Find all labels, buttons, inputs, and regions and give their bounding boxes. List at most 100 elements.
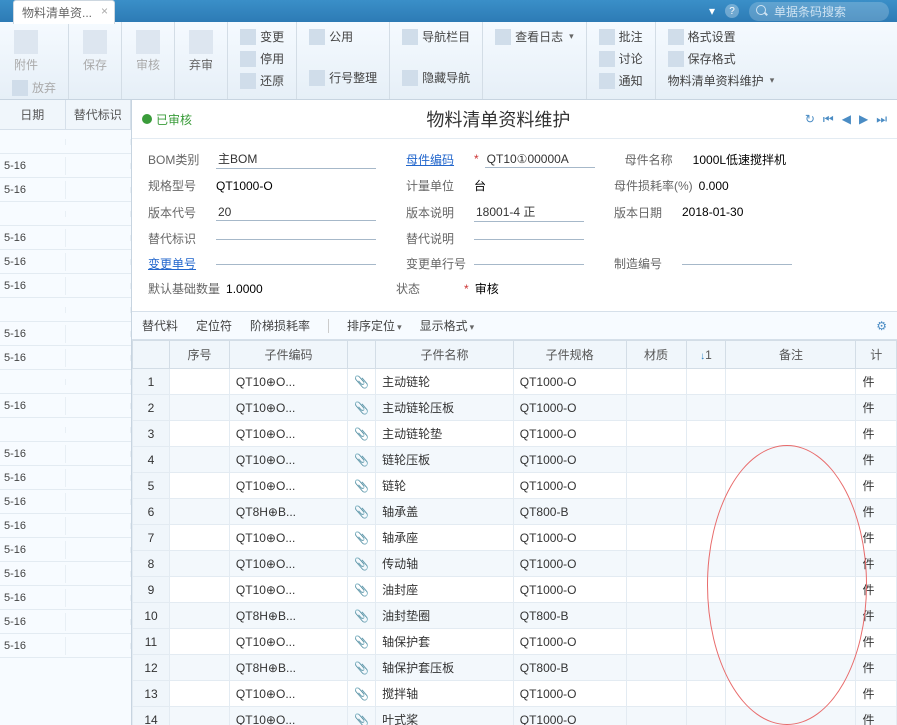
chgno-field[interactable] <box>216 262 376 265</box>
col-material[interactable]: 材质 <box>626 341 686 369</box>
list-item[interactable]: 5-16 <box>0 154 131 178</box>
baseqty-value: 1.0000 <box>226 282 366 296</box>
alt-field[interactable] <box>216 237 376 240</box>
table-row[interactable]: 7QT10⊕O...📎轴承座QT1000-O件 <box>133 525 897 551</box>
col-seq[interactable]: 序号 <box>170 341 230 369</box>
col-sort[interactable]: ↓1 <box>686 341 726 369</box>
saveformat-button[interactable]: 保存格式 <box>664 48 779 69</box>
list-item[interactable]: 5-16 <box>0 466 131 490</box>
prev-icon[interactable]: ◀ <box>842 112 851 127</box>
list-item[interactable] <box>0 370 131 394</box>
list-item[interactable] <box>0 418 131 442</box>
table-row[interactable]: 4QT10⊕O...📎链轮压板QT1000-O件 <box>133 447 897 473</box>
list-item[interactable]: 5-16 <box>0 538 131 562</box>
list-item[interactable]: 5-16 <box>0 226 131 250</box>
rowsort-button[interactable]: 行号整理 <box>305 67 381 88</box>
parent-code-field[interactable]: QT10①00000A <box>485 151 595 168</box>
display-format-button[interactable]: 显示格式▾ <box>420 317 475 334</box>
first-icon[interactable]: ⏮ <box>823 112 834 127</box>
public-button[interactable]: 公用 <box>305 26 381 47</box>
unaudit-button[interactable]: 弃审 <box>183 26 219 77</box>
list-item[interactable]: 5-16 <box>0 442 131 466</box>
list-item[interactable]: 5-16 <box>0 610 131 634</box>
list-item[interactable]: 5-16 <box>0 394 131 418</box>
list-item[interactable]: 5-16 <box>0 634 131 658</box>
notify-button[interactable]: 通知 <box>595 70 647 91</box>
save-button[interactable]: 保存 <box>77 26 113 77</box>
step-loss-button[interactable]: 阶梯损耗率 <box>250 317 310 334</box>
bom-type-field[interactable]: 主BOM <box>216 149 376 169</box>
altdesc-field[interactable] <box>474 237 584 240</box>
discuss-button[interactable]: 讨论 <box>595 48 647 69</box>
ver-field[interactable]: 20 <box>216 204 376 221</box>
chgno-label[interactable]: 变更单号 <box>148 255 210 272</box>
verdate-label: 版本日期 <box>614 204 676 221</box>
table-row[interactable]: 10QT8H⊕B...📎油封垫圈QT800-B件 <box>133 603 897 629</box>
table-row[interactable]: 11QT10⊕O...📎轴保护套QT1000-O件 <box>133 629 897 655</box>
change-button[interactable]: 变更 <box>236 26 288 47</box>
baseqty-label: 默认基础数量 <box>148 280 220 297</box>
maintain-button[interactable]: 物料清单资料维护▾ <box>664 70 779 91</box>
list-item[interactable]: 5-16 <box>0 514 131 538</box>
close-icon[interactable]: × <box>101 4 108 18</box>
table-row[interactable]: 5QT10⊕O...📎链轮QT1000-O件 <box>133 473 897 499</box>
table-row[interactable]: 12QT8H⊕B...📎轴保护套压板QT800-B件 <box>133 655 897 681</box>
grid-settings-icon[interactable]: ⚙ <box>876 319 887 333</box>
next-icon[interactable]: ▶ <box>859 112 868 127</box>
public-icon <box>309 29 325 45</box>
col-child-name[interactable]: 子件名称 <box>376 341 514 369</box>
table-row[interactable]: 1QT10⊕O...📎主动链轮QT1000-O件 <box>133 369 897 395</box>
audit-icon <box>136 30 160 54</box>
list-item[interactable] <box>0 298 131 322</box>
navbar-button[interactable]: 导航栏目 <box>398 26 474 47</box>
left-nav-grid: 日期 替代标识 5-165-165-165-165-165-165-165-16… <box>0 100 132 725</box>
table-row[interactable]: 6QT8H⊕B...📎轴承盖QT800-B件 <box>133 499 897 525</box>
left-col-altflag[interactable]: 替代标识 <box>66 100 132 129</box>
list-item[interactable]: 5-16 <box>0 178 131 202</box>
table-row[interactable]: 3QT10⊕O...📎主动链轮垫QT1000-O件 <box>133 421 897 447</box>
table-row[interactable]: 9QT10⊕O...📎油封座QT1000-O件 <box>133 577 897 603</box>
table-row[interactable]: 14QT10⊕O...📎叶式桨QT1000-O件 <box>133 707 897 725</box>
list-item[interactable]: 5-16 <box>0 490 131 514</box>
parent-code-label[interactable]: 母件编码 <box>406 151 468 168</box>
col-unit[interactable]: 计 <box>856 341 897 369</box>
list-item[interactable]: 5-16 <box>0 346 131 370</box>
viewlog-button[interactable]: 查看日志▾ <box>491 26 578 47</box>
table-row[interactable]: 2QT10⊕O...📎主动链轮压板QT1000-O件 <box>133 395 897 421</box>
list-item[interactable]: 5-16 <box>0 586 131 610</box>
discard-button[interactable]: 放弃 <box>8 77 60 98</box>
sort-locate-button[interactable]: 排序定位▾ <box>347 317 402 334</box>
chgrow-label: 变更单行号 <box>406 255 468 272</box>
last-icon[interactable]: ⏭ <box>876 112 887 127</box>
col-remark[interactable]: 备注 <box>726 341 856 369</box>
list-item[interactable] <box>0 202 131 226</box>
left-col-date[interactable]: 日期 <box>0 100 66 129</box>
hidenav-button[interactable]: 隐藏导航 <box>398 67 474 88</box>
help-icon[interactable]: ? <box>725 4 739 18</box>
list-item[interactable]: 5-16 <box>0 322 131 346</box>
search-input[interactable]: 单据条码搜索 <box>749 2 889 21</box>
chevron-down-icon[interactable]: ▾ <box>709 4 715 18</box>
alt-material-button[interactable]: 替代料 <box>142 317 178 334</box>
verdesc-field[interactable]: 18001-4 正 <box>474 202 584 222</box>
refresh-icon[interactable]: ↻ <box>805 112 815 127</box>
table-row[interactable]: 8QT10⊕O...📎传动轴QT1000-O件 <box>133 551 897 577</box>
list-item[interactable] <box>0 130 131 154</box>
col-child-spec[interactable]: 子件规格 <box>513 341 626 369</box>
approve-button[interactable]: 批注 <box>595 26 647 47</box>
col-child-code[interactable]: 子件编码 <box>229 341 347 369</box>
audit-button[interactable]: 审核 <box>130 26 166 77</box>
document-tab[interactable]: 物料清单资... × <box>13 0 115 24</box>
chgrow-field[interactable] <box>474 262 584 265</box>
format-button[interactable]: 格式设置 <box>664 26 779 47</box>
mfgno-field[interactable] <box>682 262 792 265</box>
list-item[interactable]: 5-16 <box>0 274 131 298</box>
list-item[interactable]: 5-16 <box>0 562 131 586</box>
saveformat-icon <box>668 51 684 67</box>
stop-button[interactable]: 停用 <box>236 48 288 69</box>
restore-button[interactable]: 还原 <box>236 70 288 91</box>
list-item[interactable]: 5-16 <box>0 250 131 274</box>
table-row[interactable]: 13QT10⊕O...📎搅拌轴QT1000-O件 <box>133 681 897 707</box>
attach-button[interactable]: 附件 <box>8 26 44 77</box>
locator-button[interactable]: 定位符 <box>196 317 232 334</box>
